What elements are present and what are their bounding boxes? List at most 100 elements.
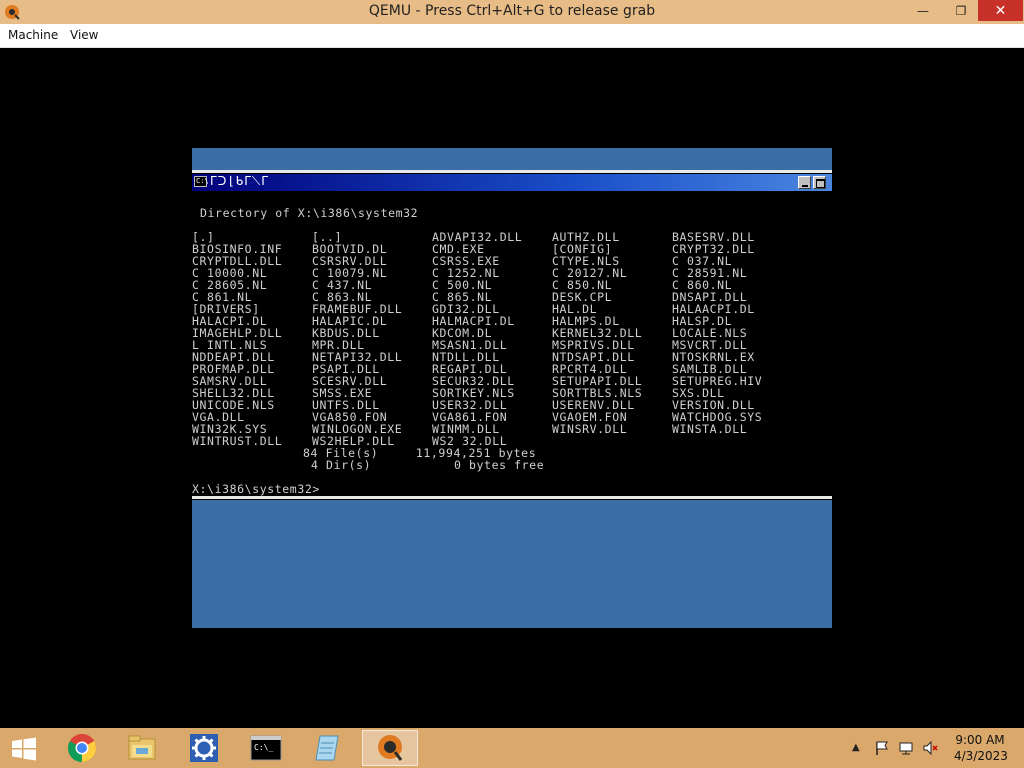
file-entry: [CONFIG] [552,243,613,255]
menu-view[interactable]: View [70,28,98,42]
file-entry: C_863.NL_ [312,291,380,303]
minimize-button[interactable]: — [906,0,940,21]
clock-date[interactable]: 4/3/2023 [954,749,1008,763]
file-entry: CSRSS.EXE [432,255,500,267]
maximize-button[interactable]: ❐ [944,0,978,21]
file-entry: C_037.NL_ [672,255,740,267]
console-title-text: ᒥᑐ⌊ᑲᒥ⟍ᒥ [210,174,269,188]
file-entry: ADVAPI32.DLL [432,231,523,243]
taskbar: C:\_ ▲ 9:00 AM 4/3/2023 [0,728,1024,768]
file-entry: NDDEAPI.DLL [192,351,275,363]
file-entry: C_861.NL_ [192,291,260,303]
notepad-icon [315,735,339,761]
file-entry: HAL.DL_ [552,303,605,315]
file-entry: NETAPI32.DLL [312,351,403,363]
file-entry: RPCRT4.DLL [552,363,628,375]
file-entry: PROFMAP.DLL [192,363,275,375]
taskbar-chrome[interactable] [54,730,110,766]
file-entry: UNTFS.DLL [312,399,380,411]
console-output[interactable]: Directory of X:\i386\system32 [.] [..] ADV… [192,191,832,496]
file-entry: KBDUS.DLL [312,327,380,339]
taskbar-settings[interactable] [176,730,232,766]
file-entry: GDI32.DLL [432,303,500,315]
file-entry: VGAOEM.FON [552,411,628,423]
file-entry: C_860.NL_ [672,279,740,291]
console-maximize-icon[interactable] [813,176,826,189]
file-entry: FRAMEBUF.DLL [312,303,403,315]
console-minimize-icon[interactable] [798,176,811,189]
command-prompt[interactable]: X:\i386\system32> [192,483,320,495]
file-row: C_861.NL_ C_863.NL_ C_865.NL_ DESK.CPL DNSAP… [192,291,792,303]
file-entry: SHELL32.DLL [192,387,275,399]
file-entry: [.] [192,231,215,243]
file-entry: CRYPT32.DLL [672,243,755,255]
file-entry: SETUPAPI.DLL [552,375,643,387]
divider-top [192,170,832,173]
file-entry: KERNEL32.DLL [552,327,643,339]
gear-icon [190,734,218,762]
file-row: VGA.DLL VGA850.FON VGA861.FON VGAOEM.FON WAT… [192,411,792,423]
file-entry: SAMLIB.DLL [672,363,748,375]
qemu-icon [378,735,403,761]
file-entry: NTDSAPI.DLL [552,351,635,363]
file-entry: HALACPI.DL_ [192,315,275,327]
file-entry: IMAGEHLP.DLL [192,327,283,339]
taskbar-file-explorer[interactable] [114,730,170,766]
menubar: Machine View [0,24,1024,48]
file-entry: [DRIVERS] [192,303,260,315]
network-icon[interactable] [898,740,914,756]
terminal-icon: C:\_ [250,735,282,761]
taskbar-command-prompt[interactable]: C:\_ [238,730,294,766]
file-entry: C_20127.NL_ [552,267,635,279]
file-entry: MSVCRT.DLL [672,339,748,351]
file-entry: HALSP.DL_ [672,315,740,327]
file-entry: HALAPIC.DL_ [312,315,395,327]
file-entry: LOCALE.NLS [672,327,748,339]
summary-dirs: 4 Dir(s) 0 bytes free [311,458,545,472]
file-entry: MPR.DLL [312,339,365,351]
file-entry: C_28605.NL_ [192,279,275,291]
action-center-flag-icon[interactable] [874,740,890,756]
file-entry: UNICODE.NLS [192,399,275,411]
file-entry: VGA861.FON [432,411,508,423]
file-entry: C_28591.NL_ [672,267,755,279]
chrome-icon [68,734,96,762]
file-entry: VGA.DLL [192,411,245,423]
file-entry: CMD.EXE [432,243,485,255]
menu-machine[interactable]: Machine [8,28,58,42]
file-entry: AUTHZ.DLL [552,231,620,243]
guest-display[interactable]: C:\ ᒥᑐ⌊ᑲᒥ⟍ᒥ Directory of X:\i386\system3… [0,48,1024,728]
file-row: UNICODE.NLS UNTFS.DLL USER32.DLL USERENV.DL… [192,399,792,411]
taskbar-notepad[interactable] [300,730,356,766]
taskbar-qemu[interactable] [362,730,418,766]
file-entry: USERENV.DLL [552,399,635,411]
file-entry: VGA850.FON [312,411,388,423]
file-row: WIN32K.SYS WINLOGON.EXE WINMM.DLL WINSRV.DL… [192,423,792,435]
directory-header: Directory of X:\i386\system32 [200,206,419,220]
file-entry: WINSRV.DLL [552,423,628,435]
file-entry: WATCHDOG.SYS [672,411,763,423]
volume-muted-icon[interactable] [922,740,938,756]
file-entry: C_1252.NL_ [432,267,508,279]
file-entry: USER32.DLL [432,399,508,411]
windows-start-icon[interactable] [6,733,42,765]
file-entry: SECUR32.DLL [432,375,515,387]
file-entry: WINMM.DLL [432,423,500,435]
file-entry: KDCOM.DL_ [432,327,500,339]
file-entry: WIN32K.SYS [192,423,268,435]
close-button[interactable]: ✕ [978,0,1023,21]
file-entry: BASESRV.DLL [672,231,755,243]
console-titlebar[interactable]: C:\ ᒥᑐ⌊ᑲᒥ⟍ᒥ [192,174,832,191]
file-entry: MSPRIVS.DLL [552,339,635,351]
folder-icon [128,735,156,760]
file-entry: HALAACPI.DL_ [672,303,763,315]
file-entry [672,435,792,447]
clock-time[interactable]: 9:00 AM [954,733,1006,747]
tray-overflow-icon[interactable]: ▲ [852,742,860,753]
window-titlebar[interactable]: QEMU - Press Ctrl+Alt+G to release grab … [0,0,1024,24]
file-entry: NTOSKRNL.EX_ [672,351,763,363]
file-entry: C_500.NL_ [432,279,500,291]
file-entry: L_INTL.NLS [192,339,268,351]
file-entry: SXS.DLL [672,387,725,399]
file-entry: SORTKEY.NLS [432,387,515,399]
